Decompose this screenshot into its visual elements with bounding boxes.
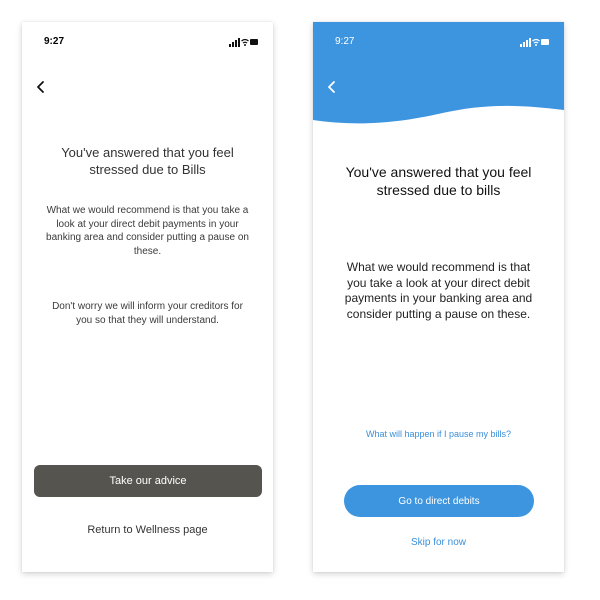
status-bar: 9:27 xyxy=(22,36,273,50)
wifi-icon xyxy=(532,38,540,44)
phone-screen-left: 9:27 You've answered that you feel stres… xyxy=(22,22,273,572)
go-to-direct-debits-button[interactable]: Go to direct debits xyxy=(344,485,534,517)
back-button[interactable] xyxy=(32,77,52,97)
status-time: 9:27 xyxy=(335,36,355,47)
wifi-dot xyxy=(535,44,537,46)
battery-icon xyxy=(541,39,549,45)
return-wellness-link[interactable]: Return to Wellness page xyxy=(22,524,273,536)
back-chevron-icon xyxy=(37,81,44,93)
back-button[interactable] xyxy=(323,77,343,97)
recommendation-text: What we would recommend is that you take… xyxy=(46,205,249,257)
signal-icon xyxy=(520,38,531,47)
status-time: 9:27 xyxy=(44,36,65,47)
status-icons xyxy=(520,37,550,47)
wifi-icon xyxy=(241,38,249,44)
pause-bills-info-link[interactable]: What will happen if I pause my bills? xyxy=(313,429,564,439)
status-icons xyxy=(229,37,259,47)
back-chevron-icon xyxy=(328,81,335,93)
page-title: You've answered that you feel stressed d… xyxy=(345,164,532,199)
phone-screen-right: 9:27 You've answered that you feel stres… xyxy=(313,22,564,572)
take-advice-button[interactable]: Take our advice xyxy=(34,465,262,497)
skip-for-now-link[interactable]: Skip for now xyxy=(313,537,564,548)
status-bar: 9:27 xyxy=(313,36,564,50)
battery-icon xyxy=(250,39,258,45)
recommendation-text: What we would recommend is that you take… xyxy=(344,260,533,321)
page-title: You've answered that you feel stressed d… xyxy=(61,145,234,178)
wifi-dot xyxy=(244,44,246,46)
signal-icon xyxy=(229,38,240,47)
reassurance-text: Don't worry we will inform your creditor… xyxy=(52,301,243,326)
